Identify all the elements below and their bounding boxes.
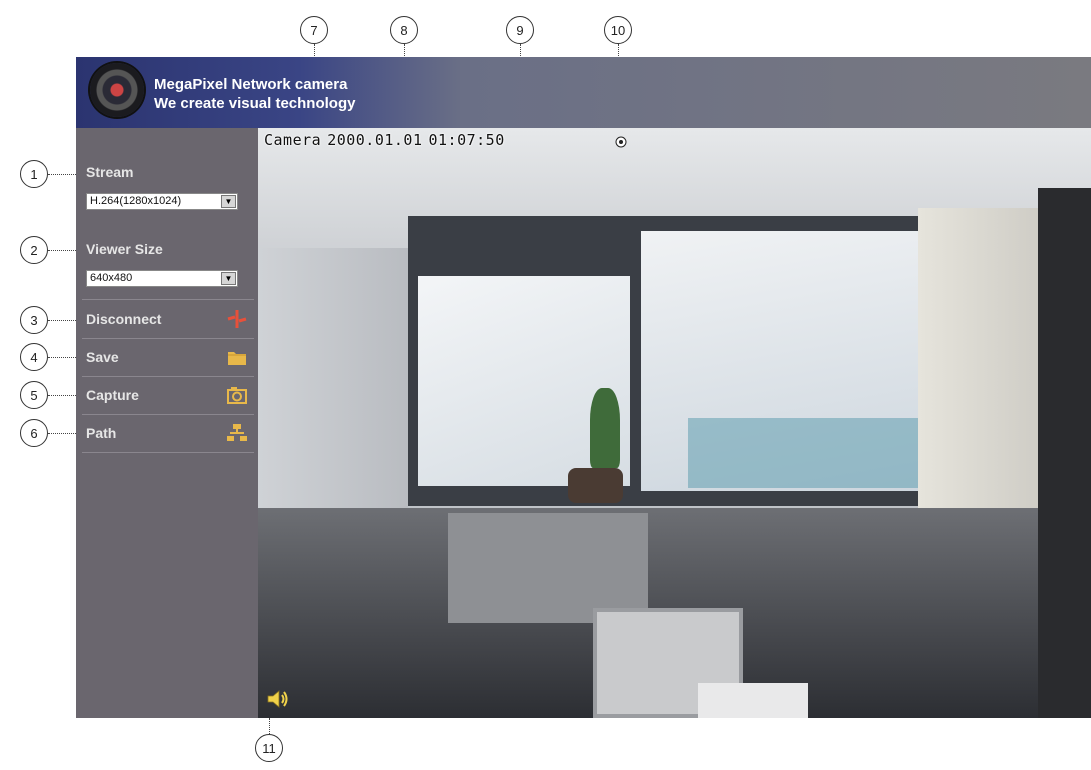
- viewer-size-select-value: 640x480: [90, 272, 133, 284]
- save-label: Save: [86, 349, 119, 365]
- video-monitor-back: [448, 513, 648, 623]
- live-video-view[interactable]: Camera 2000.01.01 01:07:50: [258, 128, 1091, 718]
- video-papers: [698, 683, 808, 718]
- video-plant: [590, 388, 620, 468]
- video-plant-pot: [568, 468, 623, 503]
- camera-viewer-window: MegaPixel Network camera We create visua…: [76, 57, 1091, 718]
- date-text: 2000.01.01: [327, 131, 423, 149]
- divider: [82, 452, 254, 453]
- network-path-icon: [227, 424, 247, 441]
- folder-icon: [228, 352, 246, 365]
- control-sidebar: Stream H.264(1280x1024) ▼ Viewer Size 64…: [76, 128, 258, 718]
- callout-7: 7: [300, 16, 328, 44]
- camera-icon: [227, 387, 247, 404]
- divider: [82, 376, 254, 377]
- disconnect-icon: [227, 310, 247, 328]
- callout-6: 6: [20, 419, 48, 447]
- brand-tagline: We create visual technology: [154, 95, 356, 112]
- video-dark-object: [1038, 188, 1091, 718]
- save-button[interactable]: Save: [82, 340, 254, 376]
- divider: [82, 299, 254, 300]
- camera-name-text: Camera: [264, 131, 322, 149]
- callout-3: 3: [20, 306, 48, 334]
- callout-9: 9: [506, 16, 534, 44]
- capture-label: Capture: [86, 387, 139, 403]
- callout-2: 2: [20, 236, 48, 264]
- brand-title: MegaPixel Network camera: [154, 76, 348, 93]
- dropdown-arrow-icon[interactable]: ▼: [221, 195, 236, 208]
- stream-label: Stream: [86, 164, 134, 180]
- disconnect-label: Disconnect: [86, 311, 162, 327]
- viewer-size-label: Viewer Size: [86, 241, 163, 257]
- divider: [82, 338, 254, 339]
- callout-4: 4: [20, 343, 48, 371]
- callout-10: 10: [604, 16, 632, 44]
- stream-select[interactable]: H.264(1280x1024) ▼: [86, 193, 238, 210]
- viewer-size-select[interactable]: 640x480 ▼: [86, 270, 238, 287]
- divider: [82, 414, 254, 415]
- callout-1: 1: [20, 160, 48, 188]
- time-text: 01:07:50: [428, 131, 505, 149]
- video-building-glass: [688, 418, 918, 488]
- video-osd-overlay: Camera 2000.01.01 01:07:50: [264, 131, 511, 149]
- speaker-icon[interactable]: [266, 688, 290, 710]
- path-label: Path: [86, 425, 117, 441]
- callout-8: 8: [390, 16, 418, 44]
- capture-button[interactable]: Capture: [82, 378, 254, 414]
- path-button[interactable]: Path: [82, 416, 254, 452]
- gear-icon[interactable]: [615, 136, 627, 148]
- header-banner: MegaPixel Network camera We create visua…: [76, 57, 1091, 128]
- disconnect-button[interactable]: Disconnect: [82, 302, 254, 338]
- stream-select-value: H.264(1280x1024): [90, 195, 182, 207]
- camera-lens-logo: [90, 63, 144, 117]
- callout-11: 11: [255, 734, 283, 762]
- dropdown-arrow-icon[interactable]: ▼: [221, 272, 236, 285]
- callout-5: 5: [20, 381, 48, 409]
